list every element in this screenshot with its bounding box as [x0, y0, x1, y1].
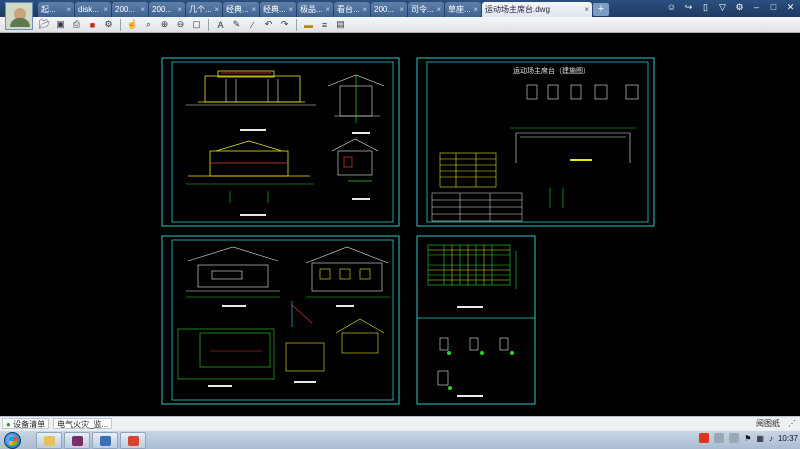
separator [208, 18, 209, 31]
app-icon [100, 436, 111, 446]
layers-icon[interactable]: ≡ [318, 18, 331, 31]
tab[interactable]: 200... × [149, 2, 185, 17]
sheet-plans [161, 235, 400, 405]
tab[interactable]: 200... × [112, 2, 148, 17]
new-tab-button[interactable]: + [593, 3, 609, 16]
close-tab-icon[interactable]: × [436, 2, 441, 17]
share-icon[interactable]: ↪ [683, 2, 694, 13]
folder-icon [44, 436, 55, 446]
close-tab-icon[interactable]: × [288, 2, 293, 17]
tab[interactable]: 司令... × [408, 2, 444, 17]
resize-grip-icon: ⋰ [788, 419, 796, 428]
windows-logo-icon [9, 437, 17, 445]
toolbar: 📂︎ ▣ ⎙ ■ ⚙ ☝ ⌕ ⊕ ⊖ ▢ A ✎ ∕ ↶ ↷ ▬ ≡ ▤ [0, 17, 800, 33]
cad-viewer-icon [128, 436, 139, 446]
zoom-window-icon[interactable]: ⌕ [142, 18, 155, 31]
zoom-extents-icon[interactable]: ▢ [190, 18, 203, 31]
close-tab-icon[interactable]: × [177, 2, 182, 17]
close-tab-icon[interactable]: × [251, 2, 256, 17]
tab[interactable]: 200... × [371, 2, 407, 17]
taskbar-cad-viewer[interactable] [120, 432, 146, 449]
status-bar: ● 设备清单 电气火灾_监... 阅图纸 ⋰ [0, 416, 800, 430]
status-left: ● 设备清单 电气火灾_监... [2, 418, 113, 429]
sheet-elevations [161, 57, 400, 227]
tab[interactable]: disk... × [75, 2, 111, 17]
pan-icon[interactable]: ☝ [126, 18, 139, 31]
document-tabs: 起... × disk... × 200... × 200... × 几个... × 经典... × 经… [38, 2, 609, 17]
close-tab-icon[interactable]: × [66, 2, 71, 17]
undo-icon[interactable]: ↶ [262, 18, 275, 31]
phone-icon[interactable]: ▯ [700, 2, 711, 13]
tab[interactable]: 经典... × [260, 2, 296, 17]
close-tab-icon[interactable]: × [325, 2, 330, 17]
tab-active-document[interactable]: 运动场主席台.dwg × [482, 2, 592, 17]
text-icon[interactable]: A [214, 18, 227, 31]
taskbar: ⚑ ▦ ♪ 10:37 [0, 430, 800, 449]
user-icon[interactable]: ☺ [666, 2, 677, 13]
status-item-device-list[interactable]: ● 设备清单 [2, 418, 50, 429]
tab[interactable]: 草座... × [445, 2, 481, 17]
tray-icon[interactable] [729, 433, 740, 443]
taskbar-app-1[interactable] [64, 432, 90, 449]
redo-icon[interactable]: ↷ [278, 18, 291, 31]
measure-icon[interactable]: ∕ [246, 18, 259, 31]
close-icon[interactable]: ✕ [785, 2, 796, 13]
check-icon: ● [6, 420, 11, 429]
input-method-icon[interactable] [699, 433, 710, 443]
maximize-icon[interactable]: □ [768, 2, 779, 13]
settings-tool-icon[interactable]: ⚙ [102, 18, 115, 31]
system-tray: ⚑ ▦ ♪ 10:37 [699, 433, 798, 443]
volume-icon[interactable]: ♪ [769, 434, 773, 443]
window-controls: ☺ ↪ ▯ ▽ ⚙ – □ ✕ [666, 2, 796, 13]
close-tab-icon[interactable]: × [584, 2, 589, 17]
sheet-title: 运动场主席台（建施图） [513, 66, 590, 75]
save-icon[interactable]: ▣ [54, 18, 67, 31]
separator [120, 18, 121, 31]
open-icon[interactable]: 📂︎ [38, 18, 51, 31]
cad-drawing: 运动场主席台（建施图） [161, 57, 655, 405]
pen-icon[interactable]: ✎ [230, 18, 243, 31]
sheet-details [416, 235, 536, 405]
close-tab-icon[interactable]: × [473, 2, 478, 17]
minimize-icon[interactable]: – [751, 2, 762, 13]
close-tab-icon[interactable]: × [214, 2, 219, 17]
zoom-out-icon[interactable]: ⊖ [174, 18, 187, 31]
tab-bar: 起... × disk... × 200... × 200... × 几个... × 经典... × 经… [0, 0, 800, 17]
tab[interactable]: 几个... × [186, 2, 222, 17]
flag-icon[interactable]: ⚑ [744, 434, 751, 443]
start-button[interactable] [4, 432, 21, 449]
separator [296, 18, 297, 31]
read-drawing-label[interactable]: 阅图纸 [756, 418, 780, 429]
avatar[interactable] [5, 2, 33, 30]
zoom-in-icon[interactable]: ⊕ [158, 18, 171, 31]
tab[interactable]: 极品... × [297, 2, 333, 17]
close-tab-icon[interactable]: × [399, 2, 404, 17]
close-tab-icon[interactable]: × [362, 2, 367, 17]
network-icon[interactable]: ▦ [756, 434, 764, 443]
app-icon [72, 436, 83, 446]
clock[interactable]: 10:37 [778, 434, 798, 443]
tab[interactable]: 起... × [38, 2, 74, 17]
print-icon[interactable]: ⎙ [70, 18, 83, 31]
pdf-icon[interactable]: ■ [86, 18, 99, 31]
settings-icon[interactable]: ⚙ [734, 2, 745, 13]
taskbar-app-2[interactable] [92, 432, 118, 449]
tray-icon[interactable] [714, 433, 725, 443]
cad-viewer-app: 起... × disk... × 200... × 200... × 几个... × 经典... × 经… [0, 0, 800, 449]
layout-icon[interactable]: ▬ [302, 18, 315, 31]
sheet-construction: 运动场主席台（建施图） [416, 57, 655, 227]
tab[interactable]: 看台... × [334, 2, 370, 17]
layer-stack-icon[interactable]: ▤ [334, 18, 347, 31]
close-tab-icon[interactable]: × [140, 2, 145, 17]
taskbar-explorer[interactable] [36, 432, 62, 449]
tab[interactable]: 经典... × [223, 2, 259, 17]
drawing-canvas[interactable]: 运动场主席台（建施图） [0, 33, 800, 416]
tshirt-icon[interactable]: ▽ [717, 2, 728, 13]
status-item-fire-alarm[interactable]: 电气火灾_监... [53, 418, 113, 429]
close-tab-icon[interactable]: × [103, 2, 108, 17]
